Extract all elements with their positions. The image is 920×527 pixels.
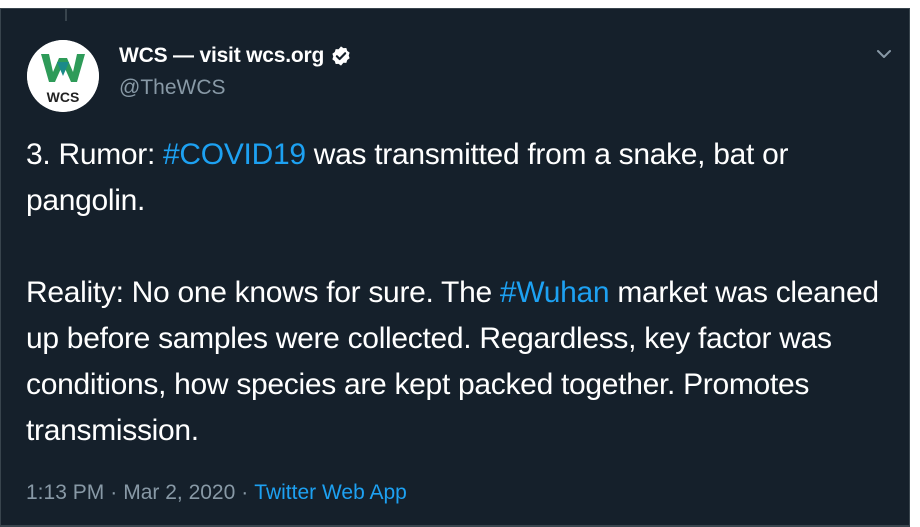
tweet-paragraph-rumor: 3. Rumor: #COVID19 was transmitted from … <box>26 132 896 224</box>
meta-separator: · <box>241 481 249 504</box>
hashtag-wuhan[interactable]: #Wuhan <box>500 276 610 309</box>
tweet-paragraph-reality: Reality: No one knows for sure. The #Wuh… <box>26 270 896 454</box>
avatar-text: WCS <box>47 89 80 105</box>
tweet-text: 3. Rumor: #COVID19 was transmitted from … <box>26 132 896 454</box>
tweet-meta: 1:13 PM · Mar 2, 2020 · Twitter Web App <box>26 481 407 505</box>
divider <box>1 525 909 526</box>
meta-separator: · <box>110 481 118 504</box>
tweet-card[interactable]: WCS WCS — visit wcs.org @TheWCS 3. Rumor… <box>0 8 910 527</box>
tweet-date[interactable]: Mar 2, 2020 <box>123 481 235 504</box>
text-segment: Reality: No one knows for sure. The <box>26 276 500 309</box>
verified-badge-icon <box>330 45 352 67</box>
wcs-logo: WCS <box>27 40 99 112</box>
author-block[interactable]: WCS — visit wcs.org @TheWCS <box>119 42 352 100</box>
display-name[interactable]: WCS — visit wcs.org <box>119 44 324 68</box>
tweet-time[interactable]: 1:13 PM <box>26 481 104 504</box>
text-segment: 3. Rumor: <box>26 138 164 171</box>
thread-line <box>65 9 67 21</box>
name-row: WCS — visit wcs.org <box>119 42 352 70</box>
tweet-source-link[interactable]: Twitter Web App <box>254 481 407 504</box>
handle[interactable]: @TheWCS <box>119 76 352 100</box>
hashtag-covid19[interactable]: #COVID19 <box>163 138 306 171</box>
chevron-down-icon[interactable] <box>874 47 894 61</box>
avatar[interactable]: WCS <box>27 40 99 112</box>
